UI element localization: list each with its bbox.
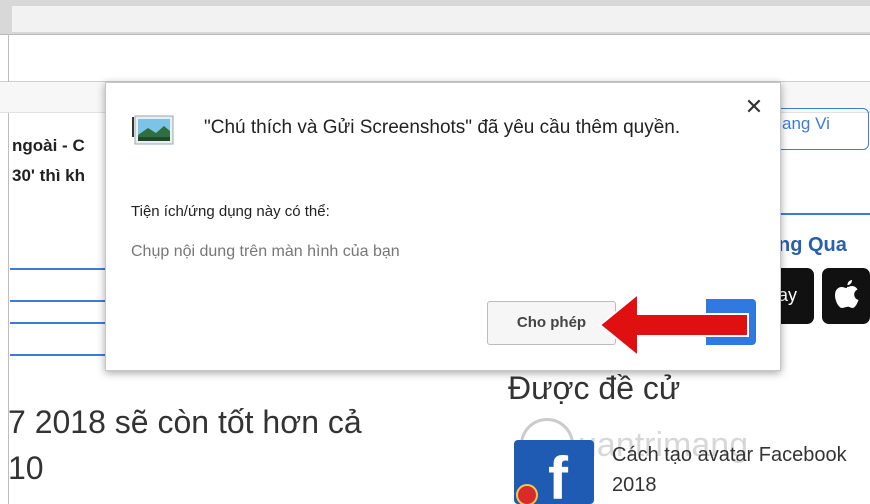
allow-button[interactable]: Cho phép <box>487 301 616 345</box>
bookmark-bar <box>0 35 870 82</box>
right-divider <box>778 213 870 215</box>
permissions-heading: Tiện ích/ứng dụng này có thể: <box>131 203 330 220</box>
address-bar[interactable] <box>12 6 870 32</box>
close-icon[interactable]: ✕ <box>742 95 766 119</box>
article-line-2: 30' thì kh <box>12 166 86 185</box>
apple-icon <box>835 280 859 308</box>
recommended-title: Được đề cử <box>508 370 681 406</box>
headline-line-1: 7 2018 sẽ còn tốt hơn cả <box>8 404 362 440</box>
browser-toolbar <box>0 0 870 35</box>
football-icon <box>516 484 538 504</box>
screenshot-extension-icon <box>134 115 174 145</box>
right-heading: ng Qua <box>778 234 847 256</box>
language-label: ang Vi <box>782 114 830 133</box>
headline-line-2: 10 <box>8 450 44 486</box>
article-line-1: ngoài - C <box>12 136 85 155</box>
permission-item: Chụp nội dung trên màn hình của bạn <box>131 243 400 260</box>
red-arrow-annotation <box>598 291 749 359</box>
dialog-title: "Chú thích và Gửi Screenshots" đã yêu cầ… <box>204 117 681 138</box>
recommended-thumbnail[interactable]: f <box>514 440 594 504</box>
app-store-button[interactable] <box>822 268 870 324</box>
facebook-icon: f <box>548 445 568 504</box>
recommended-link[interactable]: Cách tạo avatar Facebook 2018 <box>612 440 870 500</box>
